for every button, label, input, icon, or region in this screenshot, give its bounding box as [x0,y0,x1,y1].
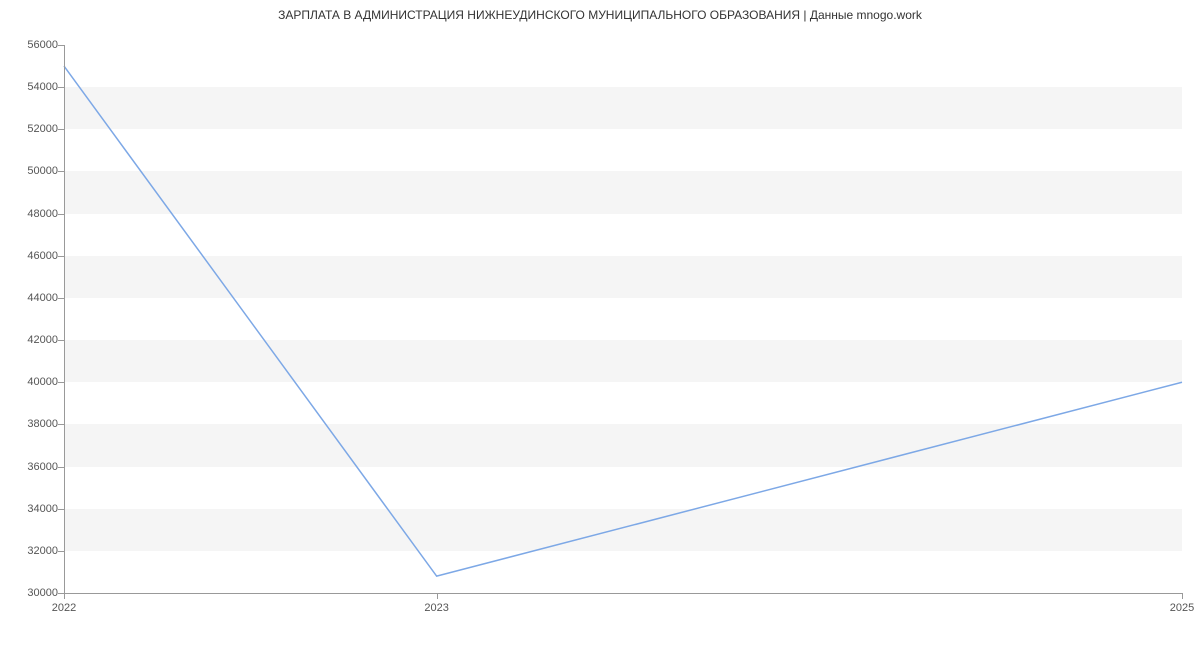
chart-title: ЗАРПЛАТА В АДМИНИСТРАЦИЯ НИЖНЕУДИНСКОГО … [0,0,1200,22]
y-tick-label: 56000 [27,39,58,51]
series-line [64,66,1182,576]
y-tick-label: 32000 [27,545,58,557]
y-tick-label: 36000 [27,461,58,473]
x-axis-line [64,593,1182,594]
y-tick-label: 52000 [27,123,58,135]
x-tick [1182,593,1183,599]
y-tick [58,509,64,510]
x-tick-label: 2025 [1170,602,1194,614]
y-tick [58,551,64,552]
y-tick [58,214,64,215]
y-tick-label: 40000 [27,376,58,388]
x-tick [64,593,65,599]
x-tick [437,593,438,599]
y-tick [58,45,64,46]
y-tick-label: 42000 [27,334,58,346]
y-tick-label: 54000 [27,81,58,93]
y-tick-label: 38000 [27,418,58,430]
x-tick-label: 2022 [52,602,76,614]
y-tick-label: 46000 [27,250,58,262]
y-tick [58,87,64,88]
y-tick [58,298,64,299]
y-tick [58,467,64,468]
y-tick [58,129,64,130]
y-tick-label: 34000 [27,503,58,515]
y-tick-label: 30000 [27,587,58,599]
plot-area [64,45,1182,593]
y-tick-label: 48000 [27,208,58,220]
line-series-svg [64,45,1182,593]
y-tick [58,340,64,341]
y-tick-label: 44000 [27,292,58,304]
y-tick [58,256,64,257]
y-tick-label: 50000 [27,165,58,177]
y-tick [58,171,64,172]
x-tick-label: 2023 [424,602,448,614]
y-axis-line [64,45,65,593]
y-tick [58,382,64,383]
chart-container: 30000 32000 34000 36000 38000 40000 42000 44000… [0,30,1200,630]
y-tick [58,424,64,425]
